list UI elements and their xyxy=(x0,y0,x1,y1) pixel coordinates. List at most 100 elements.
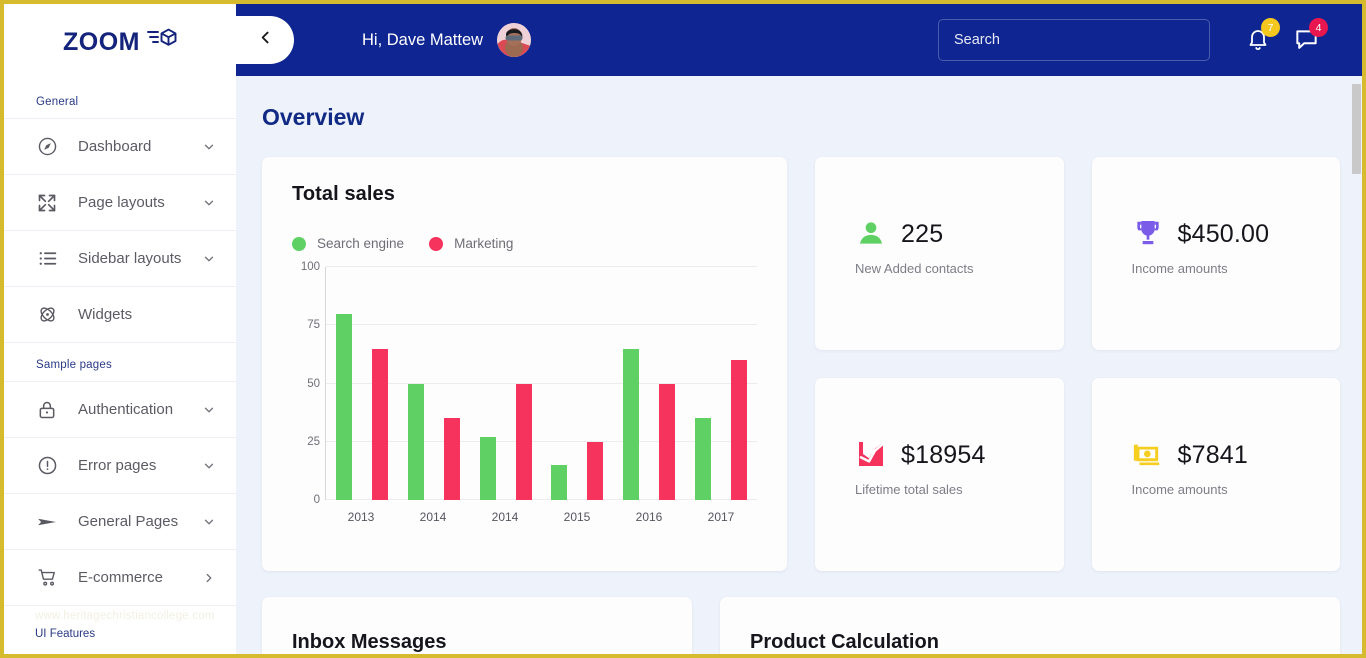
sidebar-item-label: Authentication xyxy=(78,401,174,418)
sidebar-section-general: General xyxy=(36,96,79,108)
sidebar-item-sidebar-layouts[interactable]: Sidebar layouts xyxy=(4,230,236,286)
stat-label: Income amounts xyxy=(1131,482,1228,497)
person-icon xyxy=(855,217,889,251)
chart-bar xyxy=(335,313,352,500)
chevron-right-icon xyxy=(202,571,216,585)
sidebar-item-authentication[interactable]: Authentication xyxy=(4,381,236,437)
page-title: Overview xyxy=(262,104,365,130)
inbox-messages-card: Inbox Messages xyxy=(262,597,692,654)
chart-x-tick-label: 2017 xyxy=(707,510,735,524)
greeting-text: Hi, Dave Mattew xyxy=(362,30,484,49)
bar-chart: 0 25 50 75 100 2013 2014 2014 2015 2016 2017 xyxy=(292,261,757,532)
stat-value: $18954 xyxy=(901,440,986,469)
sidebar-section-ui-features: UI Features xyxy=(35,628,96,640)
total-sales-card: Total sales Search engine Marketing 0 25 5… xyxy=(262,157,787,571)
chart-x-tick-label: 2014 xyxy=(419,510,447,524)
trophy-icon xyxy=(1132,217,1166,251)
brand-logo[interactable]: ZOOM xyxy=(4,4,236,80)
atom-icon xyxy=(35,303,59,327)
sidebar-section-sample-pages: Sample pages xyxy=(36,359,112,371)
chart-y-tick-label: 25 xyxy=(307,435,320,448)
chart-y-tick-label: 0 xyxy=(313,494,320,506)
watermark-text: www.heritagechristiancollege.com xyxy=(35,610,215,622)
avatar[interactable] xyxy=(497,23,532,57)
stat-label: Income amounts xyxy=(1131,261,1228,276)
chart-x-tick-label: 2014 xyxy=(491,510,519,524)
chart-bar-group xyxy=(398,267,470,500)
chart-bar xyxy=(623,348,640,500)
line-chart-icon xyxy=(855,438,889,472)
stat-card-lifetime-sales: $18954 Lifetime total sales xyxy=(815,378,1064,571)
sidebar-item-widgets[interactable]: Widgets xyxy=(4,286,236,342)
sidebar-item-e-commerce[interactable]: E-commerce xyxy=(4,549,236,605)
search-input[interactable] xyxy=(938,19,1210,61)
expand-arrows-icon xyxy=(35,191,59,215)
chart-y-tick-label: 75 xyxy=(307,319,320,332)
sidebar-divider-bottom xyxy=(4,605,236,606)
chart-bar xyxy=(731,360,748,500)
chart-bar xyxy=(515,383,532,500)
shopping-cart-icon xyxy=(35,566,59,590)
alert-circle-icon xyxy=(35,454,59,478)
chevron-down-icon xyxy=(202,140,216,154)
chat-bubble-icon xyxy=(1294,30,1319,56)
chart-y-tick-label: 100 xyxy=(300,261,320,273)
chevron-down-icon xyxy=(202,515,216,529)
sidebar-item-label: Dashboard xyxy=(78,138,152,155)
stat-card-income-amounts-top: $450.00 Income amounts xyxy=(1091,157,1340,350)
chart-legend: Search engine Marketing xyxy=(292,236,757,251)
messages-button[interactable]: 4 xyxy=(1294,18,1328,56)
page-scrollbar[interactable] xyxy=(1351,76,1362,654)
chart-x-tick-label: 2016 xyxy=(635,510,663,524)
stat-label: New Added contacts xyxy=(855,261,974,276)
chevron-down-icon xyxy=(202,459,216,473)
stat-value: $7841 xyxy=(1177,440,1249,469)
chart-bars xyxy=(326,267,757,500)
chart-bar xyxy=(443,418,460,500)
chevron-left-icon xyxy=(257,29,274,51)
chart-y-tick-label: 50 xyxy=(307,377,320,390)
sidebar-item-page-layouts[interactable]: Page layouts xyxy=(4,174,236,230)
messages-badge: 4 xyxy=(1309,18,1328,37)
sidebar-item-error-pages[interactable]: Error pages xyxy=(4,437,236,493)
inbox-messages-title: Inbox Messages xyxy=(292,631,447,653)
stat-cards-grid: 225 New Added contacts $450.00 Income am… xyxy=(815,157,1340,571)
chart-bar-group xyxy=(326,267,398,500)
dashboard-row-2: Inbox Messages Product Calculation xyxy=(262,597,1340,654)
product-calculation-card: Product Calculation xyxy=(720,597,1340,654)
dashboard-row-1: Total sales Search engine Marketing 0 25 5… xyxy=(262,157,1340,571)
scrollbar-thumb[interactable] xyxy=(1352,84,1361,174)
sidebar-item-dashboard[interactable]: Dashboard xyxy=(4,118,236,174)
chart-bar-group xyxy=(541,267,613,500)
logo-text: ZOOM xyxy=(63,27,140,56)
chart-bar xyxy=(407,383,424,500)
product-calculation-title: Product Calculation xyxy=(750,631,939,653)
stat-card-new-contacts: 225 New Added contacts xyxy=(815,157,1064,350)
chevron-down-icon xyxy=(202,196,216,210)
search-container xyxy=(938,19,1210,61)
main-area: Hi, Dave Mattew Search 7 4 Overview Tota… xyxy=(236,4,1362,654)
notifications-button[interactable]: 7 xyxy=(1246,18,1280,55)
money-bill-icon xyxy=(1132,438,1166,472)
chevron-down-icon xyxy=(202,252,216,266)
chart-x-tick-label: 2015 xyxy=(563,510,591,524)
sidebar-item-general-pages[interactable]: General Pages xyxy=(4,493,236,549)
chart-bar xyxy=(551,465,568,500)
app-frame: ZOOM General Dashboard Page layouts Side… xyxy=(4,4,1362,654)
stat-card-income-amounts-bottom: $7841 Income amounts xyxy=(1091,378,1340,571)
sidebar-item-label: Sidebar layouts xyxy=(78,250,182,267)
chart-bar xyxy=(587,441,604,500)
chevron-down-icon xyxy=(202,403,216,417)
stat-value: 225 xyxy=(901,219,944,248)
legend-label-search-engine: Search engine xyxy=(317,236,405,251)
legend-dot-marketing xyxy=(429,236,444,251)
sidebar-item-label: Error pages xyxy=(78,457,157,474)
chart-bar-group xyxy=(685,267,757,500)
sidebar-item-label: Widgets xyxy=(78,306,133,323)
sidebar-collapse-button[interactable] xyxy=(236,16,294,64)
cube-shipping-icon xyxy=(147,27,177,58)
chart-bar xyxy=(695,418,712,500)
list-icon xyxy=(35,247,59,271)
sidebar-item-label: E-commerce xyxy=(78,569,164,586)
bell-icon xyxy=(1246,30,1270,55)
